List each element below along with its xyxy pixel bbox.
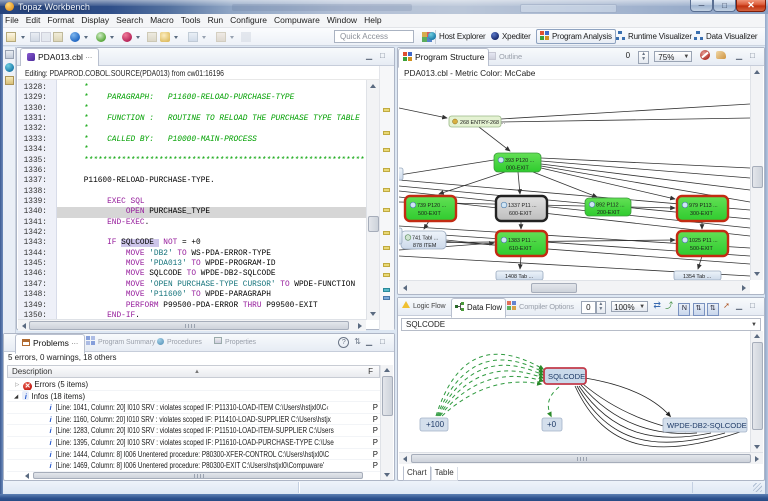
svg-text:WPDE-DB2-SQLCODE: WPDE-DB2-SQLCODE	[667, 421, 747, 430]
svg-text:600-EXIT: 600-EXIT	[509, 211, 532, 217]
svg-text:739 P120 ...: 739 P120 ...	[417, 203, 446, 209]
svg-text:SQLCODE: SQLCODE	[548, 372, 585, 381]
svg-text:393 P120 ...: 393 P120 ...	[505, 158, 534, 164]
svg-text:+100: +100	[426, 420, 445, 429]
svg-text:000-EXIT: 000-EXIT	[506, 166, 529, 172]
svg-text:878 ITEM: 878 ITEM	[413, 243, 437, 249]
svg-text:892 P112 ...: 892 P112 ...	[596, 203, 625, 209]
svg-text:300-EXIT: 300-EXIT	[690, 211, 713, 217]
svg-text:500-EXIT: 500-EXIT	[418, 211, 441, 217]
svg-text:741 Tabl ...: 741 Tabl ...	[412, 236, 438, 242]
svg-text:500-EXIT: 500-EXIT	[690, 246, 713, 252]
svg-text:+0: +0	[547, 420, 557, 429]
svg-text:1337 P11 ...: 1337 P11 ...	[508, 203, 537, 209]
svg-text:1383 P11 ...: 1383 P11 ...	[508, 238, 537, 244]
svg-text:268 ENTRY-268 ...: 268 ENTRY-268 ...	[460, 120, 505, 126]
svg-text:610-EXIT: 610-EXIT	[509, 246, 532, 252]
svg-text:1025 P11 ...: 1025 P11 ...	[689, 238, 718, 244]
svg-text:979 P113 ...: 979 P113 ...	[689, 203, 718, 209]
svg-text:200-EXIT: 200-EXIT	[597, 210, 620, 216]
